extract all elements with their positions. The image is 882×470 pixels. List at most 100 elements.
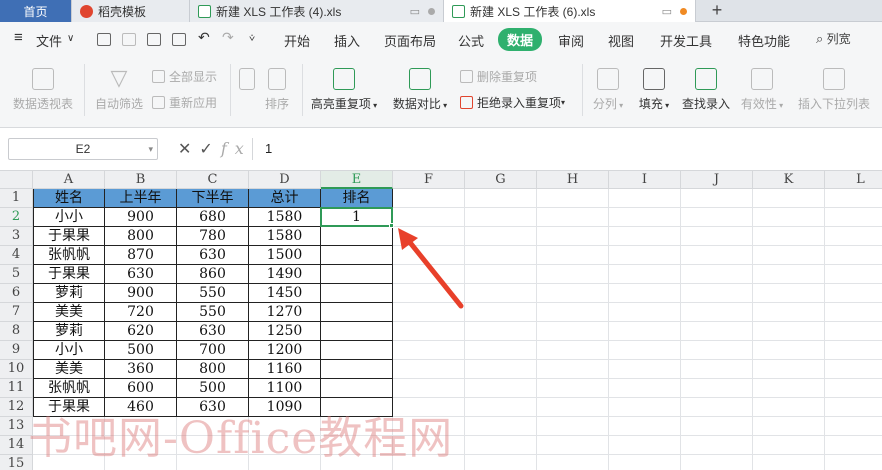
cell-H15[interactable] (537, 455, 609, 470)
cell-L6[interactable] (825, 284, 882, 303)
cell-A5[interactable]: 于果果 (33, 265, 105, 284)
column-header-c[interactable]: C (177, 171, 249, 189)
data-compare-button[interactable]: 数据对比 ▾ (388, 68, 452, 112)
cell-I11[interactable] (609, 379, 681, 398)
cell-E10[interactable] (321, 360, 393, 379)
cell-C3[interactable]: 780 (177, 227, 249, 246)
cell-I1[interactable] (609, 189, 681, 208)
column-header-h[interactable]: H (537, 171, 609, 189)
cell-L4[interactable] (825, 246, 882, 265)
table-header-cell[interactable]: 上半年 (105, 189, 177, 208)
cell-G10[interactable] (465, 360, 537, 379)
cell-H13[interactable] (537, 417, 609, 436)
cell-G11[interactable] (465, 379, 537, 398)
cell-F2[interactable] (393, 208, 465, 227)
cell-J4[interactable] (681, 246, 753, 265)
autofilter-button[interactable]: ▽ 自动筛选 (92, 67, 146, 112)
cell-H11[interactable] (537, 379, 609, 398)
insert-dropdown-list-button[interactable]: 插入下拉列表 (796, 68, 872, 112)
cell-L14[interactable] (825, 436, 882, 455)
cell-K4[interactable] (753, 246, 825, 265)
cell-L8[interactable] (825, 322, 882, 341)
cell-L9[interactable] (825, 341, 882, 360)
cell-H2[interactable] (537, 208, 609, 227)
cell-C9[interactable]: 700 (177, 341, 249, 360)
cell-I14[interactable] (609, 436, 681, 455)
tab-developer[interactable]: 开发工具 (660, 31, 712, 50)
cell-E9[interactable] (321, 341, 393, 360)
cell-H8[interactable] (537, 322, 609, 341)
cell-D2[interactable]: 1580 (249, 208, 321, 227)
cell-I3[interactable] (609, 227, 681, 246)
cell-I12[interactable] (609, 398, 681, 417)
cell-B11[interactable]: 600 (105, 379, 177, 398)
column-header-i[interactable]: I (609, 171, 681, 189)
cell-E2[interactable]: 1 (321, 208, 393, 227)
cell-F5[interactable] (393, 265, 465, 284)
cell-K8[interactable] (753, 322, 825, 341)
cell-L7[interactable] (825, 303, 882, 322)
cell-I2[interactable] (609, 208, 681, 227)
cell-G14[interactable] (465, 436, 537, 455)
cell-G8[interactable] (465, 322, 537, 341)
table-header-cell[interactable]: 下半年 (177, 189, 249, 208)
cell-K10[interactable] (753, 360, 825, 379)
cell-I6[interactable] (609, 284, 681, 303)
cell-E8[interactable] (321, 322, 393, 341)
cell-K2[interactable] (753, 208, 825, 227)
cell-J14[interactable] (681, 436, 753, 455)
cell-E6[interactable] (321, 284, 393, 303)
tab-insert[interactable]: 插入 (334, 31, 360, 50)
tab-workbook-4[interactable]: 新建 XLS 工作表 (4).xls ▭ (190, 0, 444, 22)
select-all-corner[interactable] (0, 171, 33, 189)
unsaved-dot-icon[interactable] (680, 7, 687, 15)
cell-L11[interactable] (825, 379, 882, 398)
highlight-duplicates-button[interactable]: 高亮重复项 ▾ (308, 68, 380, 112)
cell-K9[interactable] (753, 341, 825, 360)
cell-K7[interactable] (753, 303, 825, 322)
cell-F1[interactable] (393, 189, 465, 208)
column-header-b[interactable]: B (105, 171, 177, 189)
cell-J13[interactable] (681, 417, 753, 436)
cell-B10[interactable]: 360 (105, 360, 177, 379)
row-header-6[interactable]: 6 (0, 284, 33, 303)
cell-H4[interactable] (537, 246, 609, 265)
cell-H7[interactable] (537, 303, 609, 322)
tab-data[interactable]: 数据 (498, 28, 543, 51)
cell-G4[interactable] (465, 246, 537, 265)
cell-D7[interactable]: 1270 (249, 303, 321, 322)
cell-A6[interactable]: 萝莉 (33, 284, 105, 303)
cell-H9[interactable] (537, 341, 609, 360)
cell-A10[interactable]: 美美 (33, 360, 105, 379)
cell-D8[interactable]: 1250 (249, 322, 321, 341)
column-header-f[interactable]: F (393, 171, 465, 189)
monitor-icon[interactable]: ▭ (662, 5, 672, 18)
column-header-l[interactable]: L (825, 171, 882, 189)
column-header-d[interactable]: D (249, 171, 321, 189)
cell-D10[interactable]: 1160 (249, 360, 321, 379)
cell-A9[interactable]: 小小 (33, 341, 105, 360)
table-header-cell[interactable]: 总计 (249, 189, 321, 208)
print-icon[interactable] (147, 33, 161, 46)
cell-I5[interactable] (609, 265, 681, 284)
insert-function-fx-icon[interactable]: fx (221, 139, 252, 158)
cell-I4[interactable] (609, 246, 681, 265)
cell-K14[interactable] (753, 436, 825, 455)
cell-B2[interactable]: 900 (105, 208, 177, 227)
show-all-button[interactable]: 全部显示 (152, 68, 217, 85)
cell-B6[interactable]: 900 (105, 284, 177, 303)
column-header-e[interactable]: E (321, 171, 393, 189)
cell-I8[interactable] (609, 322, 681, 341)
chevron-down-icon[interactable]: ▾ (148, 139, 153, 159)
cell-D11[interactable]: 1100 (249, 379, 321, 398)
cell-L15[interactable] (825, 455, 882, 470)
cell-F8[interactable] (393, 322, 465, 341)
undo-icon[interactable]: ↶ (198, 29, 210, 46)
table-header-cell[interactable]: 姓名 (33, 189, 105, 208)
row-header-5[interactable]: 5 (0, 265, 33, 284)
monitor-icon[interactable]: ▭ (410, 5, 420, 18)
cell-L10[interactable] (825, 360, 882, 379)
formula-input[interactable]: 1 (252, 138, 878, 160)
cell-E3[interactable] (321, 227, 393, 246)
new-tab-plus-icon[interactable]: + (706, 0, 728, 22)
